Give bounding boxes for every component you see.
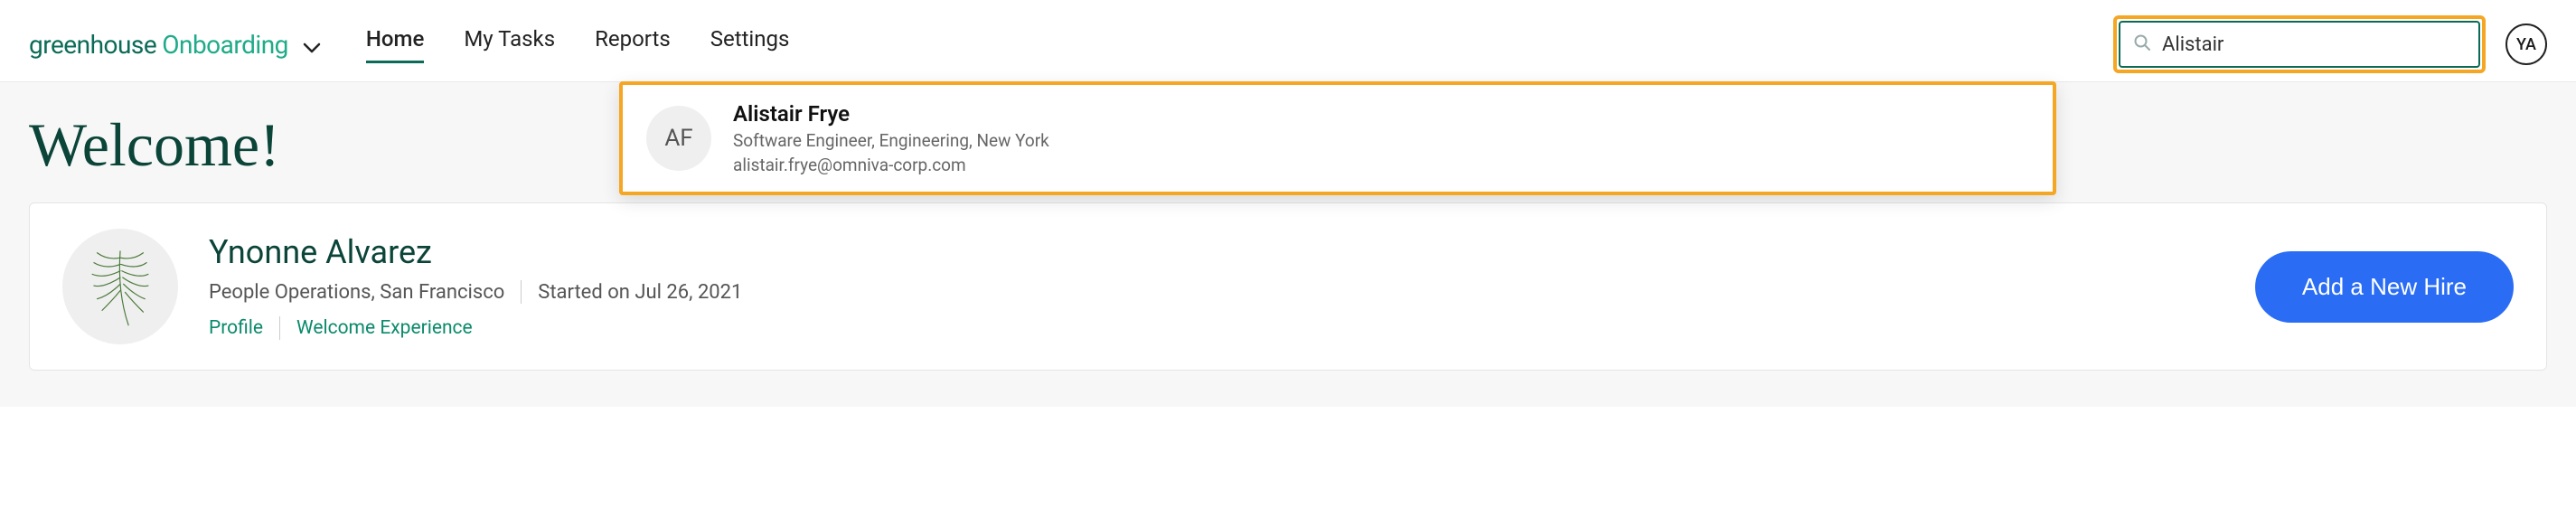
divider xyxy=(279,316,280,340)
profile-name: Ynonne Alvarez xyxy=(209,233,2224,271)
profile-start-date: Started on Jul 26, 2021 xyxy=(538,281,742,304)
user-avatar-badge[interactable]: YA xyxy=(2505,24,2547,65)
result-avatar: AF xyxy=(646,106,711,171)
nav-reports[interactable]: Reports xyxy=(595,26,671,63)
divider xyxy=(521,280,522,304)
search-box[interactable] xyxy=(2119,21,2480,68)
search-highlight-box xyxy=(2113,15,2486,73)
nav-my-tasks[interactable]: My Tasks xyxy=(464,26,555,63)
search-input[interactable] xyxy=(2162,33,2466,56)
result-text: Alistair Frye Software Engineer, Enginee… xyxy=(733,101,1049,175)
brand-switcher[interactable]: greenhouse Onboarding xyxy=(29,30,321,60)
brand-greenhouse: greenhouse xyxy=(29,30,156,60)
add-new-hire-button[interactable]: Add a New Hire xyxy=(2255,251,2514,323)
search-result-item[interactable]: AF Alistair Frye Software Engineer, Engi… xyxy=(623,85,2053,192)
profile-avatar xyxy=(62,229,178,344)
profile-info: Ynonne Alvarez People Operations, San Fr… xyxy=(209,233,2224,340)
profile-card: Ynonne Alvarez People Operations, San Fr… xyxy=(29,202,2547,371)
profile-link[interactable]: Profile xyxy=(209,317,263,339)
nav-settings[interactable]: Settings xyxy=(710,26,790,63)
result-name: Alistair Frye xyxy=(733,101,1049,127)
profile-meta: People Operations, San Francisco Started… xyxy=(209,280,2224,304)
primary-nav: Home My Tasks Reports Settings xyxy=(366,26,789,63)
brand-onboarding: Onboarding xyxy=(162,30,288,60)
nav-home[interactable]: Home xyxy=(366,26,424,63)
profile-dept-location: People Operations, San Francisco xyxy=(209,281,504,304)
result-subtitle: Software Engineer, Engineering, New York xyxy=(733,130,1049,151)
top-navigation: greenhouse Onboarding Home My Tasks Repo… xyxy=(0,0,2576,81)
welcome-experience-link[interactable]: Welcome Experience xyxy=(296,317,473,339)
search-icon xyxy=(2133,33,2151,55)
search-results-dropdown: AF Alistair Frye Software Engineer, Engi… xyxy=(619,81,2056,195)
result-email: alistair.frye@omniva-corp.com xyxy=(733,155,1049,175)
chevron-down-icon xyxy=(303,42,321,53)
profile-links: Profile Welcome Experience xyxy=(209,316,2224,340)
